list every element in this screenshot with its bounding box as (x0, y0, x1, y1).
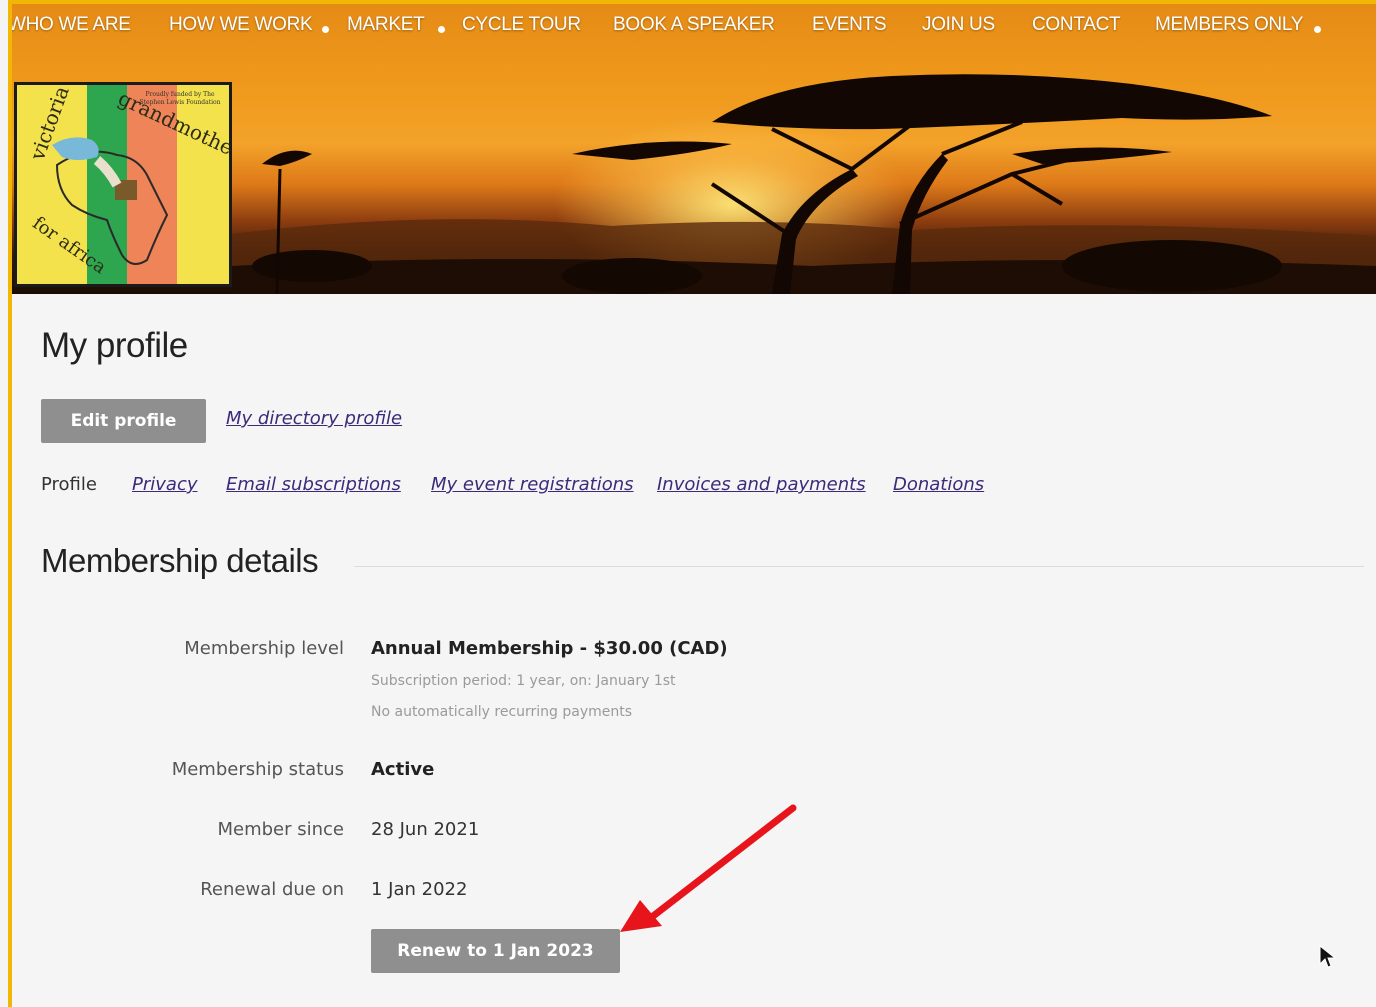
tab-profile[interactable]: Profile (41, 474, 97, 495)
page-title: My profile (41, 326, 188, 365)
red-arrow-annotation-icon (620, 804, 797, 932)
membership-status-value: Active (371, 759, 435, 780)
nav-item-how-we-work[interactable]: HOW WE WORK (169, 14, 313, 36)
nav-item-events[interactable]: EVENTS (812, 14, 887, 36)
membership-details-heading: Membership details (41, 542, 319, 579)
membership-level-label: Membership level (184, 638, 344, 659)
member-since-label: Member since (217, 819, 344, 840)
member-since-value: 28 Jun 2021 (371, 819, 480, 840)
nav-item-cycle-tour[interactable]: CYCLE TOUR (462, 14, 581, 36)
tab-email-subscriptions[interactable]: Email subscriptions (226, 474, 401, 495)
membership-status-label: Membership status (171, 759, 344, 780)
renew-membership-button[interactable]: Renew to 1 Jan 2023 (371, 929, 620, 973)
nav-item-book-a-speaker[interactable]: BOOK A SPEAKER (613, 14, 775, 36)
subscription-period-text: Subscription period: 1 year, on: January… (371, 673, 676, 689)
edit-profile-button[interactable]: Edit profile (41, 399, 206, 443)
tab-privacy[interactable]: Privacy (132, 474, 198, 495)
nav-separator-dot-icon (1314, 26, 1321, 33)
renewal-due-value: 1 Jan 2022 (371, 879, 468, 900)
nav-separator-dot-icon (438, 26, 445, 33)
nav-item-join-us[interactable]: JOIN US (922, 14, 995, 36)
my-directory-profile-link[interactable]: My directory profile (226, 408, 402, 429)
recurring-payments-note: No automatically recurring payments (371, 704, 633, 720)
tab-my-event-registrations[interactable]: My event registrations (431, 474, 634, 495)
logo-tagline: Proudly funded by The Stephen Lewis Foun… (139, 91, 221, 106)
nav-separator-dot-icon (322, 26, 329, 33)
nav-item-who-we-are[interactable]: WHO WE ARE (12, 14, 131, 36)
nav-item-market[interactable]: MARKET (347, 14, 425, 36)
tab-donations[interactable]: Donations (893, 474, 984, 495)
membership-level-value: Annual Membership - $30.00 (CAD) (371, 638, 728, 659)
section-divider (354, 566, 1364, 567)
nav-item-members-only[interactable]: MEMBERS ONLY (1155, 14, 1303, 36)
renewal-due-label: Renewal due on (200, 879, 344, 900)
mouse-pointer-icon (1319, 944, 1337, 968)
site-logo[interactable]: victoria grandmothers for africa Proudly… (14, 82, 232, 287)
nav-item-contact[interactable]: CONTACT (1032, 14, 1121, 36)
top-navigation: WHO WE ARE HOW WE WORK MARKET CYCLE TOUR… (12, 4, 1376, 48)
tab-invoices-and-payments[interactable]: Invoices and payments (657, 474, 866, 495)
